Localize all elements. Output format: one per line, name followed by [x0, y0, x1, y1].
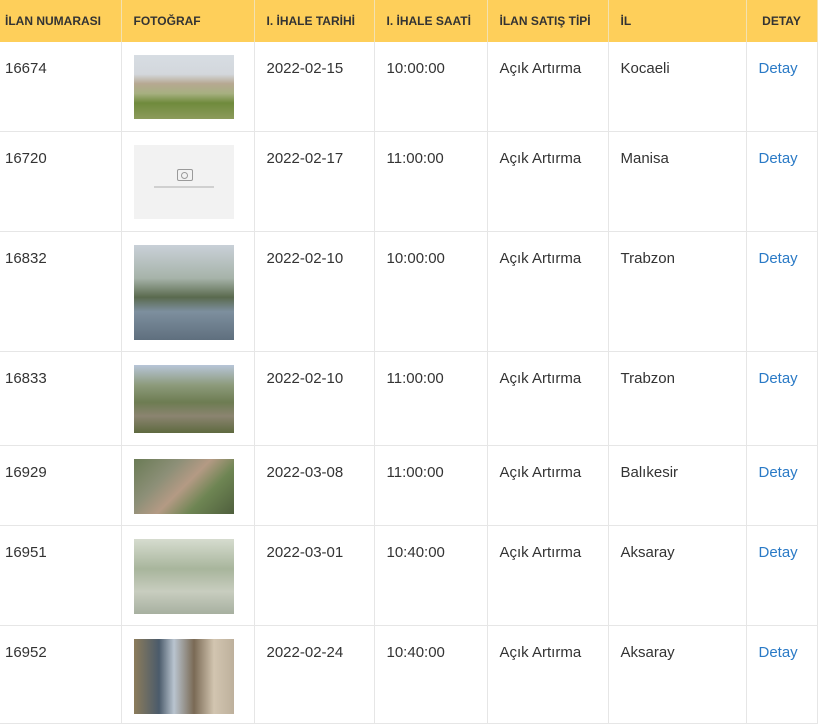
il: Trabzon	[608, 231, 747, 352]
il: Balıkesir	[608, 445, 747, 526]
table-row: 16951 2022-03-01 10:40:00 Açık Artırma A…	[0, 525, 818, 626]
table-row: 16833 2022-02-10 11:00:00 Açık Artırma T…	[0, 351, 818, 446]
auction-table: İLAN NUMARASI FOTOĞRAF I. İHALE TARİHİ I…	[0, 0, 818, 724]
table-row: 16952 2022-02-24 10:40:00 Açık Artırma A…	[0, 625, 818, 724]
header-il: İL	[608, 0, 747, 42]
header-foto: FOTOĞRAF	[121, 0, 255, 42]
ihale-saati: 11:00:00	[374, 351, 488, 446]
ihale-tarihi: 2022-03-08	[254, 445, 375, 526]
header-ilan-no: İLAN NUMARASI	[0, 0, 122, 42]
satis-tipi: Açık Artırma	[487, 131, 609, 232]
il: Manisa	[608, 131, 747, 232]
listing-photo[interactable]	[133, 244, 234, 340]
detay-link[interactable]: Detay	[759, 60, 798, 77]
satis-tipi: Açık Artırma	[487, 231, 609, 352]
ilan-no: 16720	[0, 131, 122, 232]
header-detay: DETAY	[746, 0, 818, 42]
header-ihale-saati: I. İHALE SAATİ	[374, 0, 488, 42]
detay-link[interactable]: Detay	[759, 644, 798, 661]
satis-tipi: Açık Artırma	[487, 445, 609, 526]
ilan-no: 16832	[0, 231, 122, 352]
ihale-saati: 10:00:00	[374, 231, 488, 352]
listing-photo[interactable]	[133, 538, 234, 614]
ihale-tarihi: 2022-02-17	[254, 131, 375, 232]
camera-icon	[176, 168, 193, 181]
il: Kocaeli	[608, 42, 747, 132]
table-row: 16720 2022-02-17 11:00:00 Açık Artırma M…	[0, 131, 818, 232]
il: Aksaray	[608, 525, 747, 626]
satis-tipi: Açık Artırma	[487, 42, 609, 132]
ilan-no: 16929	[0, 445, 122, 526]
detay-link[interactable]: Detay	[759, 150, 798, 167]
header-ihale-tarihi: I. İHALE TARİHİ	[254, 0, 375, 42]
ihale-saati: 10:40:00	[374, 525, 488, 626]
listing-photo[interactable]	[133, 458, 234, 514]
ihale-tarihi: 2022-03-01	[254, 525, 375, 626]
satis-tipi: Açık Artırma	[487, 525, 609, 626]
listing-photo[interactable]	[133, 364, 234, 433]
ihale-saati: 10:40:00	[374, 625, 488, 724]
listing-photo-placeholder[interactable]	[133, 144, 234, 219]
ihale-tarihi: 2022-02-10	[254, 351, 375, 446]
detay-link[interactable]: Detay	[759, 250, 798, 267]
satis-tipi: Açık Artırma	[487, 351, 609, 446]
header-satis-tipi: İLAN SATIŞ TİPİ	[487, 0, 609, 42]
listing-photo[interactable]	[133, 638, 234, 714]
ihale-saati: 11:00:00	[374, 445, 488, 526]
detay-link[interactable]: Detay	[759, 544, 798, 561]
detay-link[interactable]: Detay	[759, 464, 798, 481]
ihale-tarihi: 2022-02-10	[254, 231, 375, 352]
ihale-saati: 11:00:00	[374, 131, 488, 232]
ilan-no: 16951	[0, 525, 122, 626]
listing-photo[interactable]	[133, 55, 234, 119]
table-row: 16832 2022-02-10 10:00:00 Açık Artırma T…	[0, 231, 818, 352]
table-row: 16674 2022-02-15 10:00:00 Açık Artırma K…	[0, 42, 818, 132]
ihale-tarihi: 2022-02-24	[254, 625, 375, 724]
ilan-no: 16833	[0, 351, 122, 446]
ihale-saati: 10:00:00	[374, 42, 488, 132]
detay-link[interactable]: Detay	[759, 370, 798, 387]
table-header: İLAN NUMARASI FOTOĞRAF I. İHALE TARİHİ I…	[0, 0, 818, 42]
il: Trabzon	[608, 351, 747, 446]
table-row: 16929 2022-03-08 11:00:00 Açık Artırma B…	[0, 445, 818, 526]
ihale-tarihi: 2022-02-15	[254, 42, 375, 132]
satis-tipi: Açık Artırma	[487, 625, 609, 724]
ilan-no: 16952	[0, 625, 122, 724]
il: Aksaray	[608, 625, 747, 724]
ilan-no: 16674	[0, 42, 122, 132]
